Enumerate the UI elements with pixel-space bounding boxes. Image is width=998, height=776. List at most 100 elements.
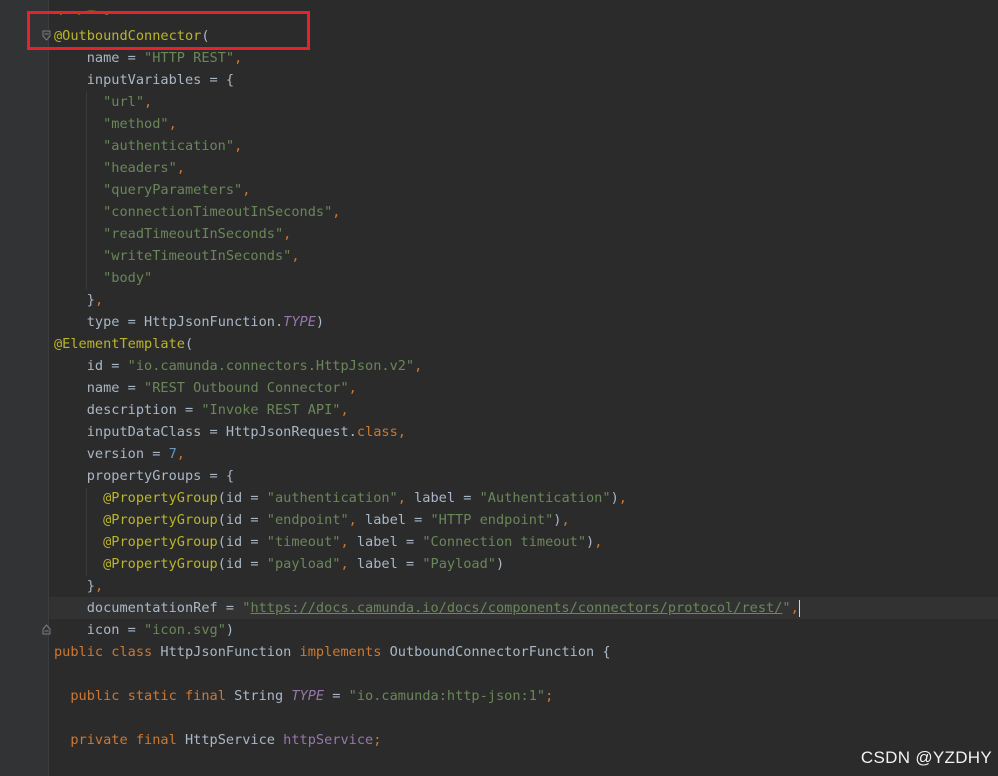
punct-token: , <box>594 534 603 550</box>
string-token: " <box>782 600 791 616</box>
constant-token: TYPE <box>283 314 316 330</box>
code-token: HttpJsonFunction <box>160 644 300 660</box>
code-token: label = <box>348 556 423 572</box>
string-token: "io.camunda:http-json:1" <box>348 688 546 704</box>
code-token: } <box>86 578 95 594</box>
code-token: version = <box>86 446 169 462</box>
string-token: "connectionTimeoutInSeconds" <box>103 204 333 220</box>
code-line: }, <box>49 575 998 597</box>
code-line: id = "io.camunda.connectors.HttpJson.v2"… <box>49 355 998 377</box>
keyword-token: public static final <box>70 688 235 704</box>
watermark: CSDN @YZDHY <box>860 748 992 767</box>
code-line-current: documentationRef = "https://docs.camunda… <box>49 597 998 619</box>
string-token: "io.camunda.connectors.HttpJson.v2" <box>127 358 415 374</box>
annotation-token: @PropertyGroup <box>103 512 218 528</box>
code-token: label = <box>405 490 480 506</box>
code-line: "writeTimeoutInSeconds", <box>49 245 998 267</box>
punct-token: , <box>397 490 406 506</box>
code-line: name = "REST Outbound Connector", <box>49 377 998 399</box>
code-token: type = HttpJsonFunction. <box>86 314 284 330</box>
string-token: "timeout" <box>266 534 341 550</box>
text-caret <box>798 599 800 617</box>
code-line: type = HttpJsonFunction.TYPE) <box>49 311 998 333</box>
string-token: "body" <box>103 270 153 286</box>
code-token: ) <box>225 622 235 638</box>
code-editor[interactable]: @OutboundConnector( name = "HTTP REST", … <box>49 0 998 776</box>
string-token: "method" <box>103 116 169 132</box>
punct-token: , <box>144 94 153 110</box>
code-line: @ElementTemplate( <box>49 333 998 355</box>
code-token: inputDataClass = HttpJsonRequest. <box>86 424 357 440</box>
code-token: ) <box>496 556 505 572</box>
code-line: name = "HTTP REST", <box>49 47 998 69</box>
code-line: inputVariables = { <box>49 69 998 91</box>
punct-token: , <box>94 292 104 308</box>
code-token: documentationRef = <box>86 600 243 616</box>
punct-token: , <box>176 160 185 176</box>
keyword-token: class <box>356 424 398 440</box>
code-token: name = <box>86 380 145 396</box>
code-line: @PropertyGroup(id = "timeout", label = "… <box>49 531 998 553</box>
code-line: inputDataClass = HttpJsonRequest.class, <box>49 421 998 443</box>
annotation-token: @PropertyGroup <box>103 490 218 506</box>
punct-token: , <box>242 182 251 198</box>
code-token: icon = <box>86 622 145 638</box>
code-token: ) <box>586 534 595 550</box>
code-token: OutboundConnectorFunction { <box>389 644 611 660</box>
string-token: "headers" <box>103 160 177 176</box>
punct-token: , <box>340 534 349 550</box>
code-line: icon = "icon.svg") <box>49 619 998 641</box>
string-token: "authentication" <box>103 138 235 154</box>
code-line: propertyGroups = { <box>49 465 998 487</box>
punct-token: , <box>340 402 349 418</box>
code-line: "headers", <box>49 157 998 179</box>
code-line: @PropertyGroup(id = "endpoint", label = … <box>49 509 998 531</box>
code-token: (id = <box>217 512 267 528</box>
code-token: (id = <box>217 490 267 506</box>
punct-token: , <box>283 226 292 242</box>
string-token: "endpoint" <box>266 512 349 528</box>
code-line: "readTimeoutInSeconds", <box>49 223 998 245</box>
code-line: description = "Invoke REST API", <box>49 399 998 421</box>
code-token: ) <box>610 490 619 506</box>
code-token: label = <box>356 512 431 528</box>
number-token: 7 <box>168 446 177 462</box>
string-token: "payload" <box>266 556 341 572</box>
annotation-token: @PropertyGroup <box>103 534 218 550</box>
string-token: "queryParameters" <box>103 182 243 198</box>
punct-token: , <box>94 578 104 594</box>
code-line: }, <box>49 289 998 311</box>
code-line: "queryParameters", <box>49 179 998 201</box>
string-token: "url" <box>103 94 145 110</box>
code-token: ( <box>184 336 194 352</box>
punct-token: ; <box>373 732 382 748</box>
string-token: "icon.svg" <box>144 622 226 638</box>
string-token: "Authentication" <box>479 490 611 506</box>
code-line: @PropertyGroup(id = "authentication", la… <box>49 487 998 509</box>
punct-token: , <box>618 490 627 506</box>
keyword-token: implements <box>299 644 390 660</box>
punct-token: , <box>234 138 243 154</box>
punct-token: , <box>348 380 357 396</box>
code-token: } <box>86 292 95 308</box>
punct-token: , <box>332 204 341 220</box>
string-token: "Connection timeout" <box>422 534 587 550</box>
constant-token: TYPE <box>291 688 325 704</box>
code-token: inputVariables = { <box>86 72 235 88</box>
url-link[interactable]: https://docs.camunda.io/docs/components/… <box>250 600 782 616</box>
code-token: name = <box>86 50 145 66</box>
string-token: "REST Outbound Connector" <box>144 380 349 396</box>
punct-token: , <box>790 600 799 616</box>
code-line: private final HttpService httpService; <box>49 729 998 751</box>
code-token: id = <box>86 358 128 374</box>
annotation-token: @ElementTemplate <box>54 336 185 352</box>
code-line: public class HttpJsonFunction implements… <box>49 641 998 663</box>
punct-token: , <box>340 556 349 572</box>
punct-token: , <box>414 358 423 374</box>
code-line: version = 7, <box>49 443 998 465</box>
string-token: "HTTP endpoint" <box>430 512 554 528</box>
punct-token: , <box>348 512 357 528</box>
editor-gutter <box>0 0 48 776</box>
code-line: "authentication", <box>49 135 998 157</box>
string-token: "readTimeoutInSeconds" <box>103 226 284 242</box>
